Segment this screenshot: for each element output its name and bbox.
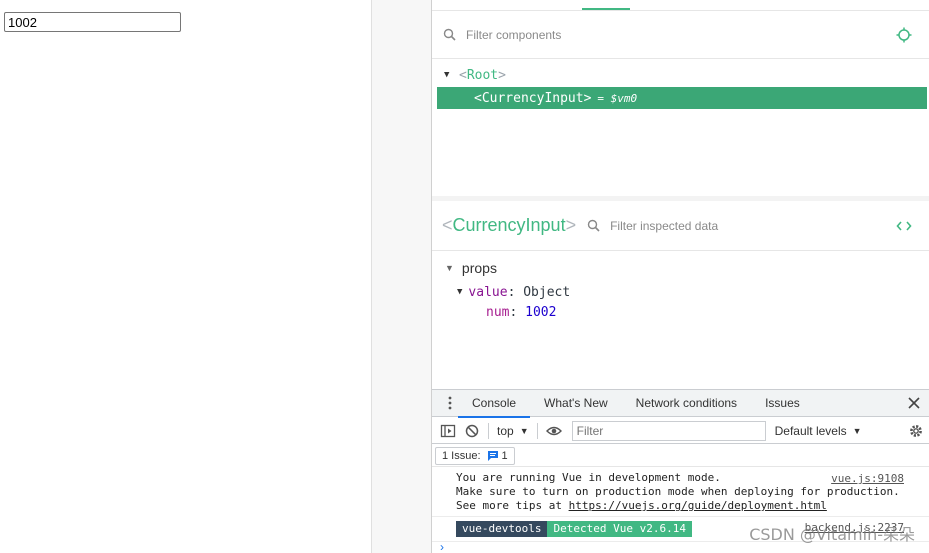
inspector-data: ▼ props ▼ value: Object num: 1002	[432, 258, 929, 322]
issues-badge[interactable]: 1 Issue: 1	[435, 447, 515, 465]
eye-icon[interactable]	[545, 423, 562, 439]
root-component-name: Root	[466, 67, 499, 83]
caret-down-icon: ▼	[519, 425, 529, 436]
detected-vue-badge: Detected Vue v2.6.14	[547, 521, 692, 537]
issues-bar: 1 Issue: 1	[432, 445, 929, 467]
inspected-data-filter-input[interactable]: Filter inspected data	[610, 219, 718, 233]
components-filter-bar[interactable]: Filter components	[432, 11, 929, 59]
log-levels-dropdown[interactable]: Default levels ▼	[775, 424, 862, 438]
props-section-label: props	[461, 260, 497, 276]
sidebar-toggle-icon[interactable]	[440, 423, 456, 439]
tab-network-conditions[interactable]: Network conditions	[622, 390, 751, 417]
message-icon	[487, 450, 499, 462]
prop-key: num	[486, 304, 510, 320]
inspected-component-title: <CurrencyInput>	[442, 215, 577, 235]
console-message: You are running Vue in development mode.…	[432, 468, 929, 517]
prop-number-value[interactable]: 1002	[525, 305, 556, 320]
console-toolbar: top▼ Default levels▼	[432, 418, 929, 444]
inspector-header: <CurrencyInput> Filter inspected data	[432, 201, 929, 251]
context-selector[interactable]: top ▼	[497, 424, 529, 438]
prop-type: Object	[523, 284, 571, 300]
caret-down-icon: ▼	[852, 425, 862, 436]
search-icon	[586, 218, 602, 234]
app-page	[0, 0, 372, 553]
props-section-header[interactable]: ▼ props	[432, 258, 929, 278]
tree-row-currency-input[interactable]: <CurrencyInput> = $vm0	[437, 87, 927, 109]
console-prompt[interactable]: ›	[440, 540, 444, 553]
select-component-target-icon[interactable]	[896, 27, 912, 43]
tab-issues[interactable]: Issues	[751, 390, 814, 417]
watermark: CSDN @Vitamin-朵朵	[749, 525, 915, 544]
expand-arrow-icon[interactable]: ▼	[444, 70, 454, 80]
selected-component-name: CurrencyInput	[481, 90, 584, 106]
message-source-link[interactable]: vue.js:9108	[831, 472, 904, 486]
search-icon	[442, 27, 458, 43]
prop-value-row[interactable]: ▼ value: Object	[432, 282, 929, 302]
tab-console[interactable]: Console	[458, 390, 531, 418]
clear-console-icon[interactable]	[464, 423, 480, 439]
prop-key: value	[468, 284, 508, 300]
components-filter-input[interactable]: Filter components	[466, 28, 561, 42]
page-gutter	[372, 0, 431, 553]
close-icon[interactable]	[906, 395, 922, 411]
expand-arrow-icon[interactable]: ▼	[457, 287, 462, 297]
drawer-tab-bar: Console What's New Network conditions Is…	[432, 390, 929, 418]
component-tree: ▼ < Root >	[432, 64, 929, 86]
console-filter-input[interactable]	[571, 420, 766, 441]
tree-row-root[interactable]: ▼ < Root >	[432, 64, 929, 86]
currency-input-field[interactable]	[4, 12, 181, 32]
expand-arrow-icon[interactable]: ▼	[445, 263, 454, 273]
vue-devtools-badge: vue-devtools	[456, 521, 548, 537]
deployment-guide-link[interactable]: https://vuejs.org/guide/deployment.html	[569, 499, 827, 512]
prop-num-row[interactable]: num: 1002	[432, 302, 929, 322]
code-icon[interactable]	[896, 218, 912, 234]
vm-label: = $vm0	[597, 91, 638, 105]
more-menu-icon[interactable]	[442, 395, 458, 411]
gear-icon[interactable]	[908, 423, 924, 439]
devtools-pane: Filter components ▼ < Root > <CurrencyInpu…	[431, 0, 929, 553]
tab-whats-new[interactable]: What's New	[530, 390, 622, 417]
